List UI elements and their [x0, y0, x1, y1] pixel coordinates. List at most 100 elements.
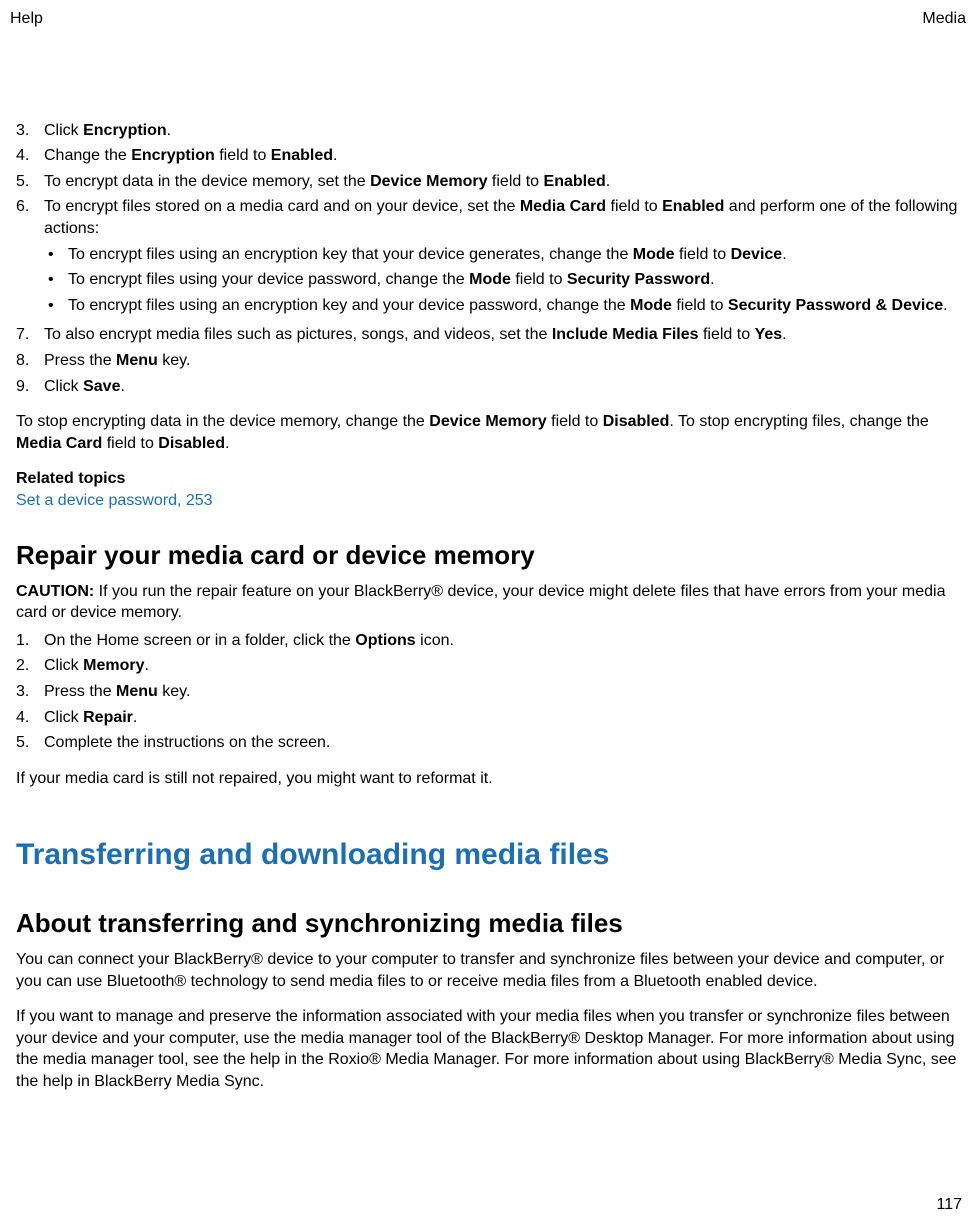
related-link-set-password[interactable]: Set a device password, 253	[10, 490, 966, 512]
text: Change the	[44, 147, 131, 164]
repair-step-4: 4. Click Repair.	[16, 707, 966, 729]
text: field to	[215, 147, 271, 164]
transfer-paragraph-1: You can connect your BlackBerry® device …	[10, 949, 966, 992]
bold-text: Menu	[116, 352, 158, 369]
text: key.	[158, 352, 191, 369]
text: key.	[158, 683, 191, 700]
repair-step-2: 2. Click Memory.	[16, 655, 966, 677]
bold-text: Mode	[469, 271, 511, 288]
page-content: 3. Click Encryption. 4. Change the Encry…	[0, 30, 976, 1093]
step-body: Click Encryption.	[44, 120, 966, 142]
bold-text: Save	[83, 378, 120, 395]
bold-text: Media Card	[520, 198, 606, 215]
text: .	[225, 435, 229, 452]
text: field to	[511, 271, 567, 288]
about-transfer-heading: About transferring and synchronizing med…	[10, 906, 966, 941]
step-body: To also encrypt media files such as pict…	[44, 324, 966, 346]
text: To encrypt files using an encryption key…	[68, 297, 630, 314]
bold-text: Enabled	[544, 173, 606, 190]
text: icon.	[416, 632, 454, 649]
repair-step-1: 1. On the Home screen or in a folder, cl…	[16, 630, 966, 652]
bold-text: Security Password	[567, 271, 710, 288]
text: field to	[672, 297, 728, 314]
text: .	[167, 122, 171, 139]
step-number: 4.	[16, 707, 44, 729]
text: .	[782, 246, 786, 263]
step-body: On the Home screen or in a folder, click…	[44, 630, 966, 652]
text: field to	[606, 198, 662, 215]
text: . To stop encrypting files, change the	[669, 413, 928, 430]
step-body: Press the Menu key.	[44, 350, 966, 372]
header-right: Media	[922, 8, 966, 30]
step-body: Click Memory.	[44, 655, 966, 677]
bold-text: Encryption	[131, 147, 215, 164]
bold-text: Enabled	[662, 198, 724, 215]
bold-text: Media Card	[16, 435, 102, 452]
step-body: Change the Encryption field to Enabled.	[44, 145, 966, 167]
bold-text: Repair	[83, 709, 133, 726]
caution-label: CAUTION:	[16, 583, 99, 600]
related-topics-heading: Related topics	[10, 468, 966, 490]
step-number: 3.	[16, 120, 44, 142]
step-6c: • To encrypt files using an encryption k…	[44, 295, 966, 317]
bold-text: Disabled	[158, 435, 225, 452]
bold-text: Memory	[83, 657, 144, 674]
step-body: Click Save.	[44, 376, 966, 398]
bold-text: Device Memory	[370, 173, 487, 190]
text: field to	[102, 435, 158, 452]
bold-text: Menu	[116, 683, 158, 700]
text: .	[144, 657, 148, 674]
text: .	[333, 147, 337, 164]
text: field to	[547, 413, 603, 430]
text: field to	[487, 173, 543, 190]
step-number: 6.	[16, 196, 44, 320]
step-body: To encrypt files stored on a media card …	[44, 196, 966, 320]
step-number: 5.	[16, 732, 44, 754]
text: To encrypt files using an encryption key…	[68, 246, 633, 263]
step-number: 4.	[16, 145, 44, 167]
step-7: 7. To also encrypt media files such as p…	[16, 324, 966, 346]
bold-text: Device	[731, 246, 783, 263]
bold-text: Disabled	[603, 413, 670, 430]
step-body: Complete the instructions on the screen.	[44, 732, 966, 754]
sub-body: To encrypt files using an encryption key…	[68, 244, 787, 266]
bold-text: Options	[355, 632, 415, 649]
encryption-steps-list: 3. Click Encryption. 4. Change the Encry…	[16, 120, 966, 398]
step-body: To encrypt data in the device memory, se…	[44, 171, 966, 193]
text: To encrypt files stored on a media card …	[44, 198, 520, 215]
bold-text: Encryption	[83, 122, 167, 139]
text: Click	[44, 122, 83, 139]
stop-encrypting-paragraph: To stop encrypting data in the device me…	[10, 411, 966, 454]
text: Press the	[44, 352, 116, 369]
step-number: 5.	[16, 171, 44, 193]
text: Press the	[44, 683, 116, 700]
text: To encrypt files using your device passw…	[68, 271, 469, 288]
transfer-paragraph-2: If you want to manage and preserve the i…	[10, 1006, 966, 1092]
repair-after-paragraph: If your media card is still not repaired…	[10, 768, 966, 790]
transfer-chapter-heading: Transferring and downloading media files	[10, 835, 966, 876]
header-left: Help	[10, 8, 43, 30]
bold-text: Yes	[755, 326, 783, 343]
text: .	[120, 378, 124, 395]
sub-body: To encrypt files using an encryption key…	[68, 295, 948, 317]
text: On the Home screen or in a folder, click…	[44, 632, 355, 649]
step-number: 3.	[16, 681, 44, 703]
step-9: 9. Click Save.	[16, 376, 966, 398]
bold-text: Mode	[633, 246, 675, 263]
page-header: Help Media	[0, 0, 976, 30]
text: Click	[44, 378, 83, 395]
bold-text: Device Memory	[429, 413, 546, 430]
text: field to	[675, 246, 731, 263]
text: Click	[44, 657, 83, 674]
step-6a: • To encrypt files using an encryption k…	[44, 244, 966, 266]
repair-steps-list: 1. On the Home screen or in a folder, cl…	[16, 630, 966, 754]
text: .	[606, 173, 610, 190]
caution-paragraph: CAUTION: If you run the repair feature o…	[10, 581, 966, 624]
sub-body: To encrypt files using your device passw…	[68, 269, 715, 291]
step-6: 6. To encrypt files stored on a media ca…	[16, 196, 966, 320]
step-6b: • To encrypt files using your device pas…	[44, 269, 966, 291]
bullet-icon: •	[44, 244, 68, 266]
text: .	[782, 326, 786, 343]
step-6-sublist: • To encrypt files using an encryption k…	[44, 244, 966, 317]
bold-text: Security Password & Device	[728, 297, 943, 314]
